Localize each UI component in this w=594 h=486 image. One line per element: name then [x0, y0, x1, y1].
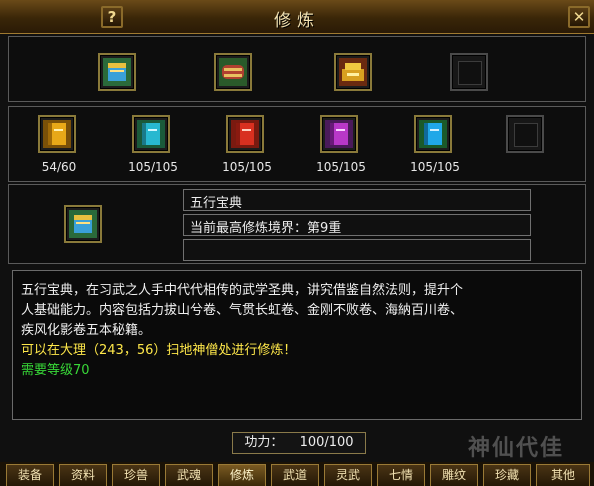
tab-pets[interactable]: 珍兽 [112, 464, 160, 486]
book-count: 105/105 [128, 160, 178, 174]
book-icon [69, 210, 97, 238]
scroll-icon [219, 58, 247, 86]
five-elements-book-slot[interactable] [98, 53, 136, 91]
description-line: 人基础能力。内容包括力拔山兮卷、气贯长虹卷、金刚不败卷、海納百川卷、 [21, 303, 464, 318]
bottom-tab-bar: 装备 资料 珍兽 武魂 修炼 武道 灵武 七情 雕纹 珍藏 其他 [0, 462, 594, 486]
description-line: 疾风化影卷五本秘籍。 [21, 323, 152, 338]
book-count: 105/105 [222, 160, 272, 174]
book-count: 105/105 [410, 160, 460, 174]
book-slot-purple[interactable] [320, 115, 358, 153]
tab-emotions[interactable]: 七情 [377, 464, 425, 486]
book-icon [103, 58, 131, 86]
extra-info-bar [183, 239, 531, 261]
book-icon [419, 120, 447, 148]
book-icon [43, 120, 71, 148]
book-slot-blue[interactable] [414, 115, 452, 153]
golden-treasure-slot[interactable] [334, 53, 372, 91]
description-line: 五行宝典，在习武之人手中代代相传的武学圣典，讲究借鉴自然法则，提升个 [21, 283, 464, 298]
power-label: 功力： [244, 435, 284, 450]
selected-item-name: 五行宝典 [183, 189, 531, 211]
tab-martial-soul[interactable]: 武魂 [165, 464, 213, 486]
power-display: 功力： 100/100 [232, 432, 366, 454]
top-items-panel [8, 36, 586, 102]
book-slot-gold[interactable] [38, 115, 76, 153]
tab-cultivation[interactable]: 修炼 [218, 464, 266, 486]
book-count: 105/105 [316, 160, 366, 174]
location-hint: 可以在大理（243，56）扫地神僧处进行修炼！ [21, 343, 297, 358]
description-box: 五行宝典，在习武之人手中代代相传的武学圣典，讲究借鉴自然法则，提升个 人基础能力… [12, 270, 582, 420]
book-slot-cyan[interactable] [132, 115, 170, 153]
selected-book-slot[interactable] [64, 205, 102, 243]
book-count: 54/60 [41, 160, 77, 174]
book-icon [137, 120, 165, 148]
site-watermark: 神仙代佳 [468, 436, 565, 461]
close-button[interactable]: ✕ [568, 6, 590, 28]
level-requirement: 需要等级70 [21, 363, 90, 378]
tab-engraving[interactable]: 雕纹 [430, 464, 478, 486]
window-title: 修炼 [274, 11, 320, 31]
book-slot-red[interactable] [226, 115, 264, 153]
tab-equipment[interactable]: 装备 [6, 464, 54, 486]
tab-profile[interactable]: 资料 [59, 464, 107, 486]
tab-spirit-weapon[interactable]: 灵武 [324, 464, 372, 486]
book-icon [325, 120, 353, 148]
book-icon [231, 120, 259, 148]
treasure-icon [339, 58, 367, 86]
empty-slot[interactable] [506, 115, 544, 153]
help-button[interactable]: ? [101, 6, 123, 28]
power-value: 100/100 [299, 435, 354, 450]
tab-collection[interactable]: 珍藏 [483, 464, 531, 486]
tab-martial-way[interactable]: 武道 [271, 464, 319, 486]
scroll-bundle-slot[interactable] [214, 53, 252, 91]
cultivation-realm: 当前最高修炼境界：第9重 [183, 214, 531, 236]
tab-other[interactable]: 其他 [536, 464, 590, 486]
empty-slot[interactable] [450, 53, 488, 91]
